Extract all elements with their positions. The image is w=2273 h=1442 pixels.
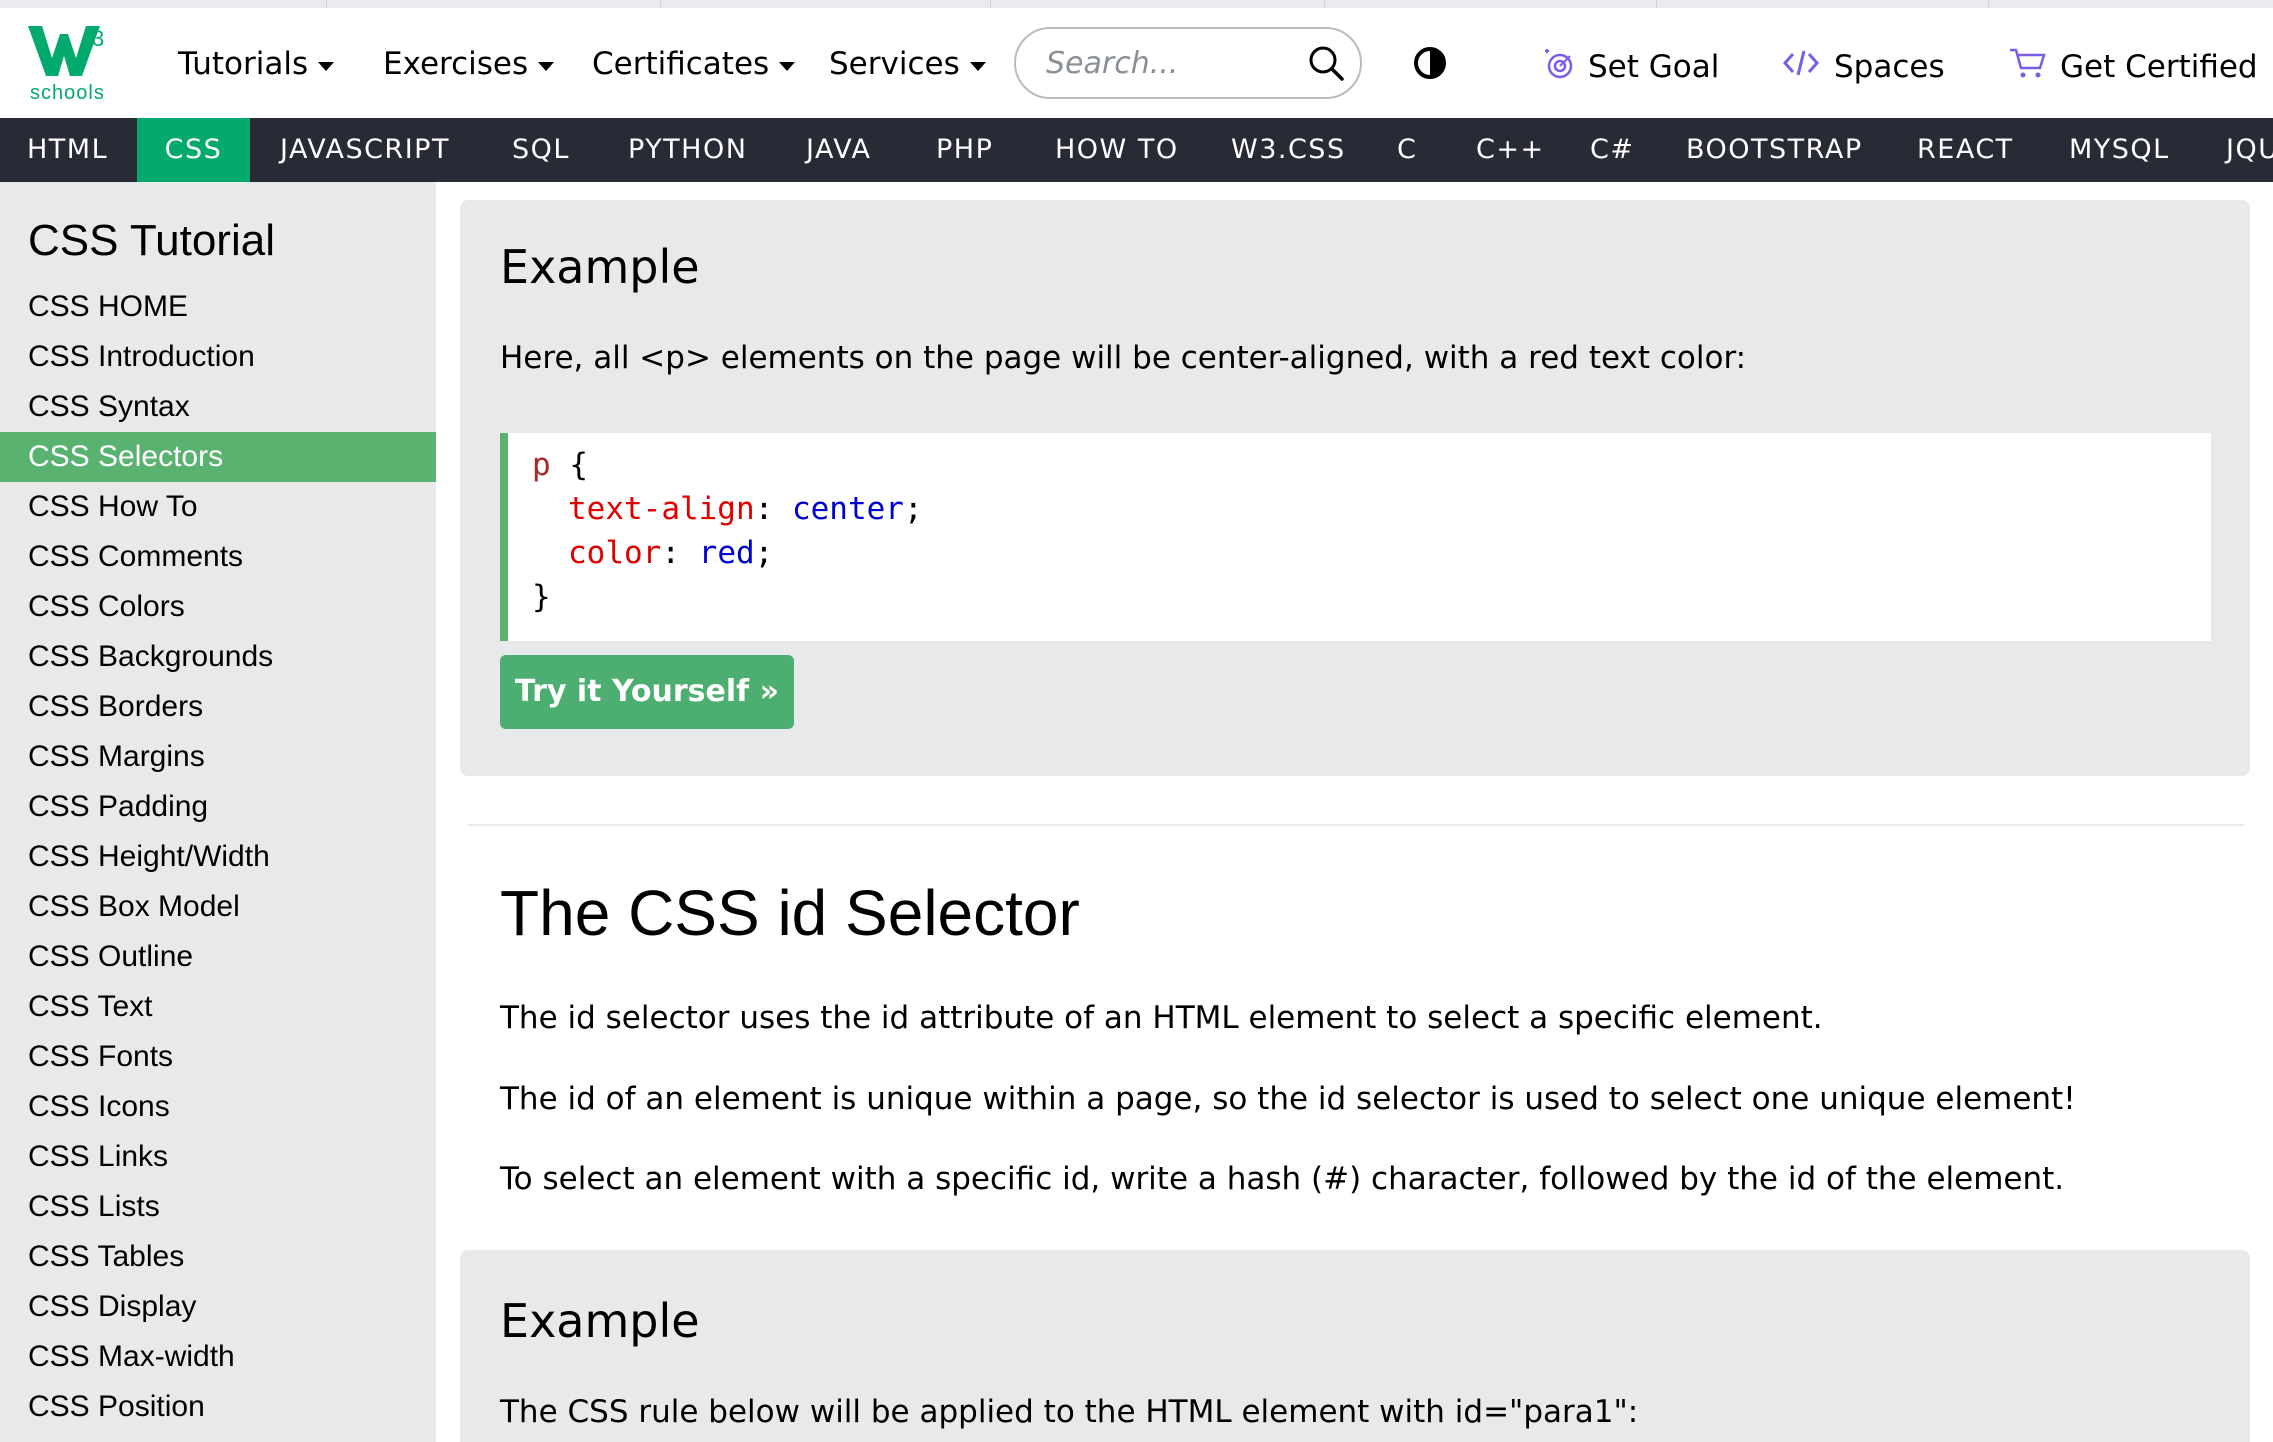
caret-down-icon [318, 61, 335, 71]
sidebar-item-css-tables[interactable]: CSS Tables [0, 1232, 436, 1282]
section-divider [468, 824, 2244, 826]
search-box[interactable] [1014, 27, 1362, 99]
menu-tutorials[interactable]: Tutorials [178, 46, 335, 82]
code-open-brace: { [569, 447, 589, 483]
sidebar-item-css-position[interactable]: CSS Position [0, 1382, 436, 1432]
logo-subtext: schools [30, 82, 105, 104]
sidebar-item-css-icons[interactable]: CSS Icons [0, 1082, 436, 1132]
sidebar-item-css-margins[interactable]: CSS Margins [0, 732, 436, 782]
sidebar-item-css-fonts[interactable]: CSS Fonts [0, 1032, 436, 1082]
code-line-rule: color: red; [568, 535, 774, 571]
section-paragraph: To select an element with a specific id,… [500, 1161, 2065, 1197]
sidebar-item-css-introduction[interactable]: CSS Introduction [0, 332, 436, 382]
sidebar-item-css-text[interactable]: CSS Text [0, 982, 436, 1032]
menu-tutorials-label: Tutorials [178, 46, 309, 82]
code-value: red [698, 535, 755, 571]
target-goal-icon [1540, 46, 1574, 88]
sidebar-item-css-colors[interactable]: CSS Colors [0, 582, 436, 632]
nav-bootstrap[interactable]: BOOTSTRAP [1686, 118, 1863, 182]
search-icon[interactable] [1308, 45, 1344, 85]
nav-css[interactable]: CSS [137, 118, 250, 182]
example-description: Here, all <p> elements on the page will … [500, 340, 1747, 376]
spaces-label: Spaces [1834, 49, 1945, 85]
section-paragraph: The id of an element is unique within a … [500, 1081, 2076, 1117]
dark-mode-toggle-icon[interactable] [1413, 46, 1447, 84]
example-panel-2: Example The CSS rule below will be appli… [460, 1250, 2250, 1442]
menu-services-label: Services [829, 46, 960, 82]
sidebar-item-css-box-model[interactable]: CSS Box Model [0, 882, 436, 932]
nav-php[interactable]: PHP [936, 118, 993, 182]
search-input[interactable] [1046, 43, 1296, 83]
code-value: center [791, 491, 904, 527]
w3-logo-icon [28, 26, 100, 76]
set-goal-label: Set Goal [1588, 49, 1720, 85]
sidebar-item-css-how-to[interactable]: CSS How To [0, 482, 436, 532]
code-line-close: } [532, 579, 551, 615]
code-property: color [568, 535, 662, 571]
cart-icon [2008, 46, 2046, 88]
sidebar-item-css-outline[interactable]: CSS Outline [0, 932, 436, 982]
sidebar-item-css-links[interactable]: CSS Links [0, 1132, 436, 1182]
caret-down-icon [779, 61, 796, 71]
menu-exercises-label: Exercises [383, 46, 529, 82]
nav-c[interactable]: C [1397, 118, 1417, 182]
section-heading: The CSS id Selector [500, 877, 1080, 949]
menu-services[interactable]: Services [829, 46, 986, 82]
sidebar-item-css-comments[interactable]: CSS Comments [0, 532, 436, 582]
sidebar-item-css-display[interactable]: CSS Display [0, 1282, 436, 1332]
menu-exercises[interactable]: Exercises [383, 46, 555, 82]
sidebar-item-css-backgrounds[interactable]: CSS Backgrounds [0, 632, 436, 682]
sidebar-item-css-lists[interactable]: CSS Lists [0, 1182, 436, 1232]
nav-javascript[interactable]: JAVASCRIPT [280, 118, 450, 182]
menu-certificates[interactable]: Certificates [592, 46, 796, 82]
sidebar-item-css-selectors[interactable]: CSS Selectors [0, 432, 436, 482]
sidebar-item-css-home[interactable]: CSS HOME [0, 282, 436, 332]
nav-react[interactable]: REACT [1917, 118, 2014, 182]
menu-certificates-label: Certificates [592, 46, 770, 82]
nav-mysql[interactable]: MYSQL [2069, 118, 2170, 182]
logo-superscript: 3 [92, 26, 105, 51]
nav-w3css[interactable]: W3.CSS [1231, 118, 1346, 182]
example-title: Example [500, 1294, 700, 1348]
nav-jquery[interactable]: JQU [2226, 118, 2273, 182]
sidebar-item-css-borders[interactable]: CSS Borders [0, 682, 436, 732]
nav-html[interactable]: HTML [27, 118, 108, 182]
sidebar-item-css-syntax[interactable]: CSS Syntax [0, 382, 436, 432]
sidebar-item-css-max-width[interactable]: CSS Max-width [0, 1332, 436, 1382]
nav-how-to[interactable]: HOW TO [1055, 118, 1179, 182]
caret-down-icon [538, 61, 555, 71]
example-panel-1: Example Here, all <p> elements on the pa… [460, 200, 2250, 776]
nav-csharp[interactable]: C# [1590, 118, 1634, 182]
section-paragraph: The id selector uses the id attribute of… [500, 1000, 1823, 1036]
sidebar-title: CSS Tutorial [28, 216, 275, 265]
example-title: Example [500, 240, 700, 294]
get-certified-label: Get Certified [2060, 49, 2258, 85]
caret-down-icon [969, 61, 986, 71]
set-goal-link[interactable]: Set Goal [1540, 46, 1719, 88]
sidebar: CSS Tutorial CSS HOME CSS Introduction C… [0, 182, 436, 1442]
nav-java[interactable]: JAVA [806, 118, 871, 182]
code-brackets-icon [1782, 46, 1820, 88]
spaces-link[interactable]: Spaces [1782, 46, 1945, 88]
sidebar-item-css-padding[interactable]: CSS Padding [0, 782, 436, 832]
code-line-rule: text-align: center; [568, 491, 923, 527]
nav-sql[interactable]: SQL [512, 118, 570, 182]
sidebar-item-css-height-width[interactable]: CSS Height/Width [0, 832, 436, 882]
example-description: The CSS rule below will be applied to th… [500, 1394, 1639, 1430]
site-header: 3 schools Tutorials Exercises Certificat… [0, 8, 2273, 118]
try-it-yourself-button[interactable]: Try it Yourself » [500, 655, 794, 729]
top-nav-bar: HTML CSS JAVASCRIPT SQL PYTHON JAVA PHP … [0, 118, 2273, 182]
code-close-brace: } [532, 579, 551, 615]
code-line-selector: p { [532, 447, 588, 483]
code-property: text-align [568, 491, 755, 527]
code-block: p { text-align: center; color: red; } [500, 433, 2211, 641]
get-certified-link[interactable]: Get Certified [2008, 46, 2258, 88]
nav-python[interactable]: PYTHON [628, 118, 747, 182]
nav-cpp[interactable]: C++ [1476, 118, 1545, 182]
code-selector: p [532, 447, 551, 483]
browser-top-strip [0, 0, 2273, 8]
w3schools-logo[interactable]: 3 schools [28, 18, 118, 108]
